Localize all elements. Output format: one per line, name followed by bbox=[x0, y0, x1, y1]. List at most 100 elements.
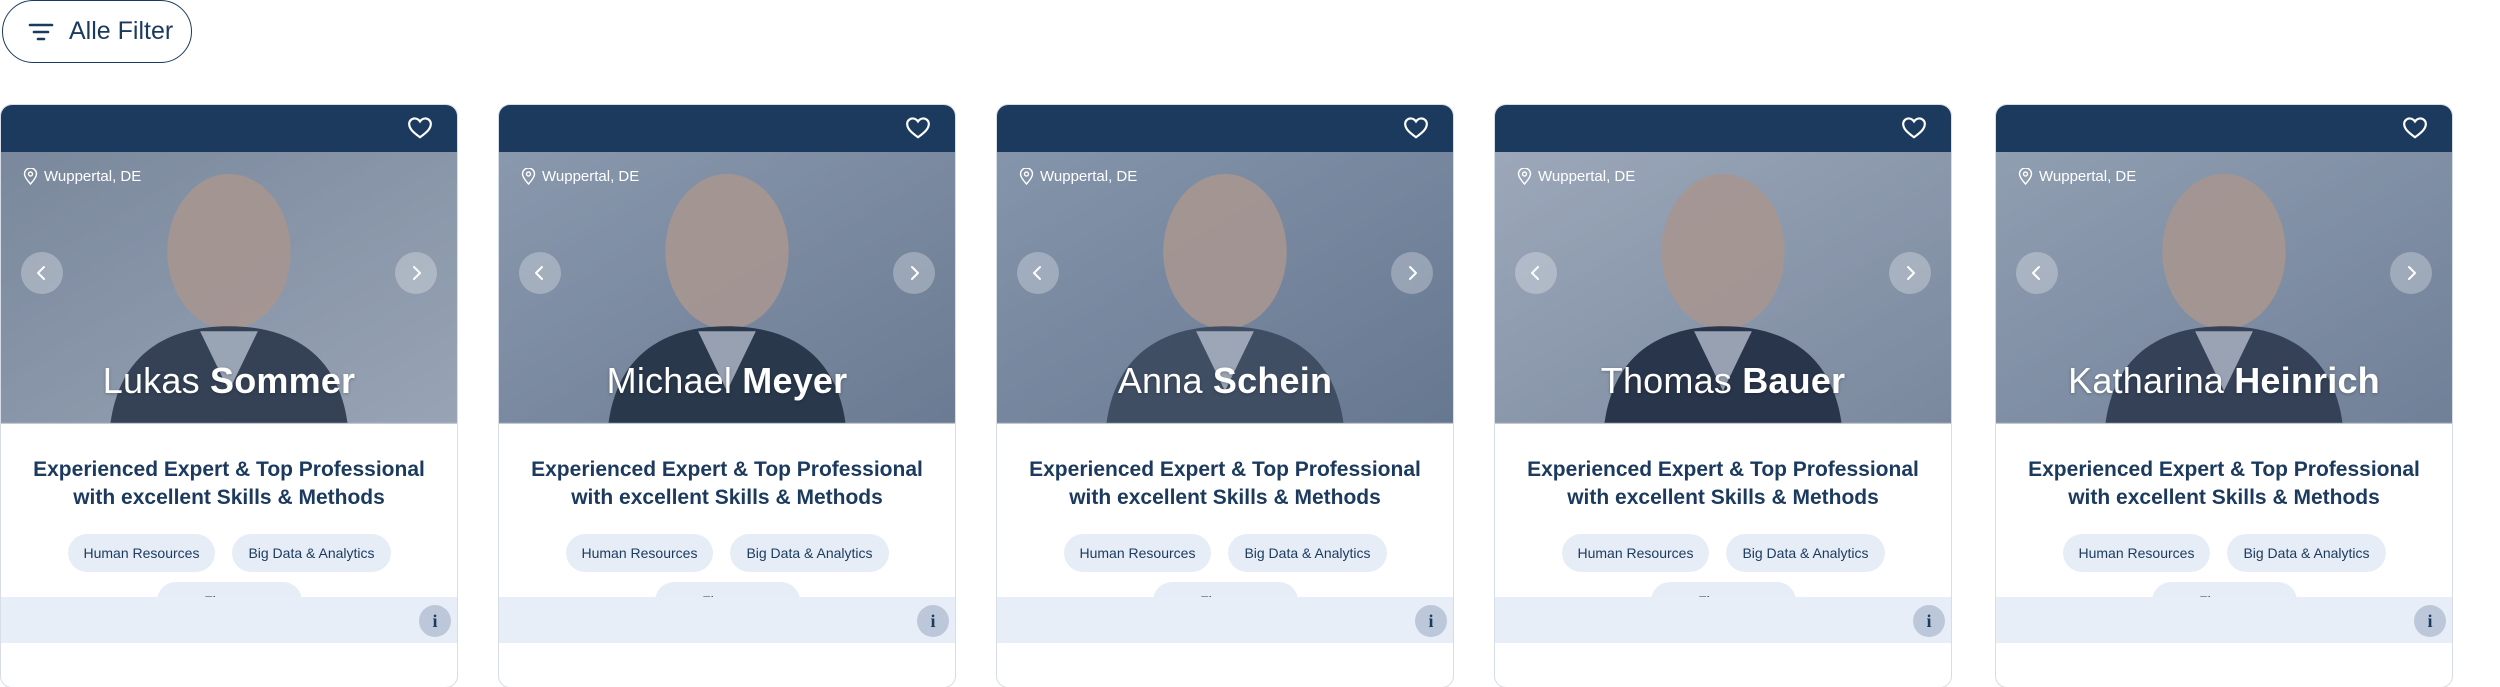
all-filters-button[interactable]: Alle Filter bbox=[2, 0, 192, 63]
tag-human-resources[interactable]: Human Resources bbox=[1063, 534, 1212, 572]
card-footer: i bbox=[1996, 597, 2452, 643]
expert-name: Thomas Bauer bbox=[1495, 360, 1951, 402]
location: Wuppertal, DE bbox=[521, 168, 639, 185]
card-body: Experienced Expert & Top Professional wi… bbox=[997, 424, 1453, 643]
expert-headline: Experienced Expert & Top Professional wi… bbox=[2028, 458, 2420, 509]
profile-photo: Wuppertal, DE Thomas Bauer bbox=[1495, 152, 1951, 424]
heart-icon[interactable] bbox=[407, 115, 433, 141]
card-header-bar bbox=[1, 105, 457, 152]
location-pin-icon bbox=[521, 168, 536, 185]
chevron-right-icon bbox=[1907, 266, 1915, 280]
tag-human-resources[interactable]: Human Resources bbox=[67, 534, 216, 572]
card-footer: i bbox=[1, 597, 457, 643]
tag-big-data-analytics[interactable]: Big Data & Analytics bbox=[1726, 534, 1885, 572]
expert-card[interactable]: Wuppertal, DE Michael Meyer Experienced … bbox=[498, 104, 956, 687]
location-pin-icon bbox=[2018, 168, 2033, 185]
info-icon[interactable]: i bbox=[419, 605, 451, 637]
card-header-bar bbox=[1495, 105, 1951, 152]
chevron-left-icon bbox=[535, 266, 543, 280]
last-name: Schein bbox=[1212, 360, 1333, 401]
tag-big-data-analytics[interactable]: Big Data & Analytics bbox=[232, 534, 391, 572]
next-photo-button[interactable] bbox=[1889, 252, 1931, 294]
heart-icon[interactable] bbox=[1901, 115, 1927, 141]
all-filters-label: Alle Filter bbox=[69, 17, 174, 45]
location-label: Wuppertal, DE bbox=[44, 168, 142, 185]
expert-name: Michael Meyer bbox=[499, 360, 955, 402]
previous-photo-button[interactable] bbox=[1017, 252, 1059, 294]
location: Wuppertal, DE bbox=[1517, 168, 1635, 185]
card-header-bar bbox=[499, 105, 955, 152]
info-icon[interactable]: i bbox=[2414, 605, 2446, 637]
card-footer: i bbox=[997, 597, 1453, 643]
expert-headline: Experienced Expert & Top Professional wi… bbox=[33, 458, 425, 509]
expert-card[interactable]: Wuppertal, DE Thomas Bauer Experienced E… bbox=[1494, 104, 1952, 687]
previous-photo-button[interactable] bbox=[2016, 252, 2058, 294]
chevron-left-icon bbox=[1033, 266, 1041, 280]
last-name: Heinrich bbox=[2234, 360, 2380, 401]
expert-card[interactable]: Wuppertal, DE Anna Schein Experienced Ex… bbox=[996, 104, 1454, 687]
location-pin-icon bbox=[23, 168, 38, 185]
filter-icon bbox=[28, 23, 54, 40]
first-name: Thomas bbox=[1600, 360, 1732, 401]
heart-icon[interactable] bbox=[2402, 115, 2428, 141]
card-body: Experienced Expert & Top Professional wi… bbox=[499, 424, 955, 643]
previous-photo-button[interactable] bbox=[1515, 252, 1557, 294]
card-footer: i bbox=[499, 597, 955, 643]
next-photo-button[interactable] bbox=[1391, 252, 1433, 294]
next-photo-button[interactable] bbox=[893, 252, 935, 294]
first-name: Michael bbox=[606, 360, 733, 401]
tag-big-data-analytics[interactable]: Big Data & Analytics bbox=[1228, 534, 1387, 572]
card-footer: i bbox=[1495, 597, 1951, 643]
location-label: Wuppertal, DE bbox=[1040, 168, 1138, 185]
location: Wuppertal, DE bbox=[23, 168, 141, 185]
expert-headline: Experienced Expert & Top Professional wi… bbox=[1029, 458, 1421, 509]
profile-photo: Wuppertal, DE Anna Schein bbox=[997, 152, 1453, 424]
profile-photo: Wuppertal, DE Michael Meyer bbox=[499, 152, 955, 424]
chevron-right-icon bbox=[2408, 266, 2416, 280]
card-body: Experienced Expert & Top Professional wi… bbox=[1495, 424, 1951, 643]
expert-name: Katharina Heinrich bbox=[1996, 360, 2452, 402]
expert-headline: Experienced Expert & Top Professional wi… bbox=[1527, 458, 1919, 509]
first-name: Anna bbox=[1117, 360, 1203, 401]
location: Wuppertal, DE bbox=[2018, 168, 2136, 185]
chevron-right-icon bbox=[911, 266, 919, 280]
profile-photo: Wuppertal, DE Lukas Sommer bbox=[1, 152, 457, 424]
info-icon[interactable]: i bbox=[1415, 605, 1447, 637]
location-label: Wuppertal, DE bbox=[1538, 168, 1636, 185]
chevron-right-icon bbox=[413, 266, 421, 280]
card-header-bar bbox=[997, 105, 1453, 152]
expert-name: Lukas Sommer bbox=[1, 360, 457, 402]
tag-human-resources[interactable]: Human Resources bbox=[2062, 534, 2211, 572]
location-label: Wuppertal, DE bbox=[2039, 168, 2137, 185]
last-name: Meyer bbox=[742, 360, 848, 401]
location-pin-icon bbox=[1517, 168, 1532, 185]
card-body: Experienced Expert & Top Professional wi… bbox=[1, 424, 457, 643]
next-photo-button[interactable] bbox=[395, 252, 437, 294]
heart-icon[interactable] bbox=[1403, 115, 1429, 141]
next-photo-button[interactable] bbox=[2390, 252, 2432, 294]
chevron-left-icon bbox=[2032, 266, 2040, 280]
tag-big-data-analytics[interactable]: Big Data & Analytics bbox=[2227, 534, 2386, 572]
expert-headline: Experienced Expert & Top Professional wi… bbox=[531, 458, 923, 509]
heart-icon[interactable] bbox=[905, 115, 931, 141]
previous-photo-button[interactable] bbox=[519, 252, 561, 294]
last-name: Sommer bbox=[210, 360, 356, 401]
expert-card-list: Wuppertal, DE Lukas Sommer Experienced E… bbox=[0, 104, 2500, 687]
card-header-bar bbox=[1996, 105, 2452, 152]
chevron-left-icon bbox=[1531, 266, 1539, 280]
tag-big-data-analytics[interactable]: Big Data & Analytics bbox=[730, 534, 889, 572]
info-icon[interactable]: i bbox=[917, 605, 949, 637]
location-pin-icon bbox=[1019, 168, 1034, 185]
expert-name: Anna Schein bbox=[997, 360, 1453, 402]
expert-card[interactable]: Wuppertal, DE Lukas Sommer Experienced E… bbox=[0, 104, 458, 687]
location-label: Wuppertal, DE bbox=[542, 168, 640, 185]
info-icon[interactable]: i bbox=[1913, 605, 1945, 637]
tag-human-resources[interactable]: Human Resources bbox=[1561, 534, 1710, 572]
chevron-right-icon bbox=[1409, 266, 1417, 280]
card-body: Experienced Expert & Top Professional wi… bbox=[1996, 424, 2452, 643]
chevron-left-icon bbox=[37, 266, 45, 280]
previous-photo-button[interactable] bbox=[21, 252, 63, 294]
first-name: Katharina bbox=[2068, 360, 2225, 401]
tag-human-resources[interactable]: Human Resources bbox=[565, 534, 714, 572]
expert-card[interactable]: Wuppertal, DE Katharina Heinrich Experie… bbox=[1995, 104, 2453, 687]
